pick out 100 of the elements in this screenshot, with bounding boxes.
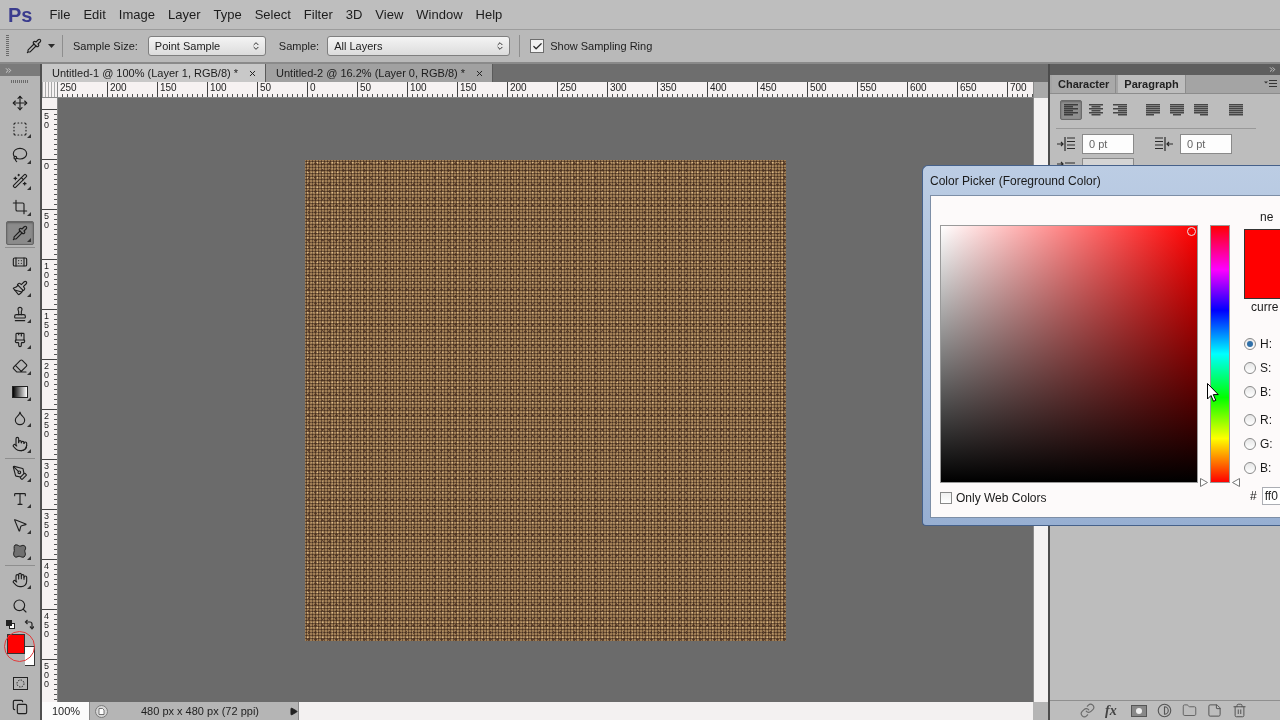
indent-field[interactable]: 0 pt bbox=[1180, 134, 1232, 154]
ruler-label: 100 bbox=[210, 82, 227, 93]
menu-item[interactable]: Select bbox=[254, 4, 291, 25]
hue-slider-thumb[interactable] bbox=[1200, 478, 1240, 487]
align-button[interactable] bbox=[1060, 100, 1082, 120]
hue-slider[interactable] bbox=[1200, 225, 1240, 490]
menu-item[interactable]: Image bbox=[118, 4, 155, 25]
document-tab[interactable]: Untitled-1 @ 100% (Layer 1, RGB/8) * bbox=[42, 64, 267, 82]
hex-field[interactable]: ff0 bbox=[1261, 487, 1280, 505]
panel-tab[interactable]: Character bbox=[1052, 75, 1117, 93]
radio-label: B: bbox=[1260, 384, 1272, 401]
eyedropper-icon[interactable] bbox=[26, 38, 42, 54]
radio-button[interactable] bbox=[1244, 386, 1256, 398]
current-color-label: curre bbox=[1251, 301, 1279, 314]
menu-item[interactable]: Window bbox=[416, 4, 463, 25]
trash-icon[interactable] bbox=[1232, 703, 1247, 718]
ruler-label: 100 bbox=[44, 262, 50, 289]
play-triangle-icon[interactable] bbox=[288, 706, 298, 716]
mouse-pointer-icon bbox=[1207, 383, 1219, 402]
dialog-title: Color Picker (Foreground Color) bbox=[930, 172, 1101, 190]
dropdown[interactable]: Point Sample bbox=[147, 36, 266, 56]
effects-button[interactable]: fx bbox=[1105, 703, 1121, 718]
field-label: Sample Size: bbox=[73, 38, 138, 54]
ruler-label: 450 bbox=[44, 612, 50, 639]
ruler-label: 350 bbox=[44, 512, 50, 539]
brush-icon bbox=[12, 332, 28, 348]
up-down-arrows-icon bbox=[250, 41, 261, 51]
link-icon[interactable] bbox=[1080, 703, 1095, 718]
mask-icon[interactable] bbox=[1131, 704, 1147, 717]
menu-item[interactable]: View bbox=[375, 4, 404, 25]
document-tab[interactable]: Untitled-2 @ 16.2% (Layer 0, RGB/8) * bbox=[266, 64, 494, 82]
align-center-icon bbox=[1089, 104, 1103, 116]
page-status-icon[interactable] bbox=[94, 704, 108, 718]
document-info: 480 px x 480 px (72 ppi) bbox=[140, 703, 260, 719]
ruler-label: 200 bbox=[44, 362, 50, 389]
swap-arrows-icon[interactable] bbox=[24, 619, 34, 630]
checkbox[interactable] bbox=[530, 39, 545, 53]
close-icon[interactable] bbox=[248, 68, 258, 78]
radio-button[interactable] bbox=[1244, 362, 1256, 374]
arrow-pointer-icon bbox=[12, 517, 28, 533]
radio-button[interactable] bbox=[1244, 414, 1256, 426]
background-color-swatch[interactable] bbox=[25, 646, 35, 666]
expand-chevrons-icon[interactable] bbox=[1268, 65, 1277, 74]
half-filled-circle-icon[interactable] bbox=[1157, 703, 1172, 718]
menu-item[interactable]: 3D bbox=[345, 4, 363, 25]
radio-button[interactable] bbox=[1244, 338, 1256, 350]
radio-label: S: bbox=[1260, 360, 1272, 377]
ruler-label: 250 bbox=[44, 412, 50, 439]
ruler-label: 550 bbox=[860, 82, 877, 93]
panel-menu-icon[interactable] bbox=[1264, 80, 1277, 88]
caret-icon[interactable] bbox=[48, 44, 55, 48]
brush-icon bbox=[12, 280, 28, 296]
ruler-label: 450 bbox=[760, 82, 777, 93]
checkbox-label: Show Sampling Ring bbox=[550, 38, 653, 54]
radio-button[interactable] bbox=[1244, 462, 1256, 474]
foreground-color-swatch[interactable] bbox=[7, 634, 25, 654]
indent-field[interactable]: 0 pt bbox=[1082, 134, 1134, 154]
zoom-field[interactable]: 100% bbox=[42, 702, 90, 720]
ruler-label: 250 bbox=[60, 82, 77, 93]
default-colors-icon[interactable] bbox=[6, 620, 15, 629]
magnifier-icon bbox=[12, 598, 28, 614]
indent-right-icon bbox=[1155, 137, 1173, 151]
checkbox[interactable] bbox=[940, 492, 952, 504]
radio-label: G: bbox=[1260, 436, 1273, 453]
ruler-label: 0 bbox=[44, 162, 50, 171]
menu-item[interactable]: Type bbox=[213, 4, 242, 25]
indent-left-icon bbox=[1057, 137, 1075, 151]
ruler-label: 150 bbox=[460, 82, 477, 93]
type-icon bbox=[12, 491, 28, 507]
ruler-label: 400 bbox=[44, 562, 50, 589]
menu-item[interactable]: Layer bbox=[167, 4, 201, 25]
ruler-label: 50 bbox=[360, 82, 372, 93]
overlapping-rectangles-icon[interactable] bbox=[12, 699, 28, 715]
color-field[interactable] bbox=[940, 225, 1198, 483]
radio-label: H: bbox=[1260, 336, 1272, 353]
quick-mask-icon[interactable] bbox=[12, 676, 28, 690]
ruler-label: 100 bbox=[410, 82, 427, 93]
app-logo: Ps bbox=[8, 4, 33, 25]
ruler-label: 50 bbox=[260, 82, 272, 93]
ruler-label: 500 bbox=[810, 82, 827, 93]
ruler-label: 300 bbox=[44, 462, 50, 489]
panel-tab[interactable]: Paragraph bbox=[1118, 75, 1186, 93]
close-icon[interactable] bbox=[475, 68, 485, 78]
grip-icon bbox=[11, 80, 29, 83]
dropdown[interactable]: All Layers bbox=[327, 36, 511, 56]
justify-all-icon bbox=[1229, 104, 1243, 116]
radio-button[interactable] bbox=[1244, 438, 1256, 450]
radio-label: R: bbox=[1260, 412, 1272, 429]
eraser-icon bbox=[12, 358, 28, 374]
stamp-icon bbox=[12, 306, 28, 322]
menu-item[interactable]: File bbox=[49, 4, 71, 25]
menu-item[interactable]: Filter bbox=[303, 4, 333, 25]
grip-icon bbox=[6, 35, 9, 57]
page-icon[interactable] bbox=[1207, 703, 1222, 718]
ruler-label: 350 bbox=[660, 82, 677, 93]
checkmark-icon bbox=[531, 40, 543, 52]
menu-item[interactable]: Help bbox=[475, 4, 503, 25]
folder-icon[interactable] bbox=[1182, 703, 1197, 718]
align-right-icon bbox=[1113, 104, 1127, 116]
menu-item[interactable]: Edit bbox=[83, 4, 106, 25]
